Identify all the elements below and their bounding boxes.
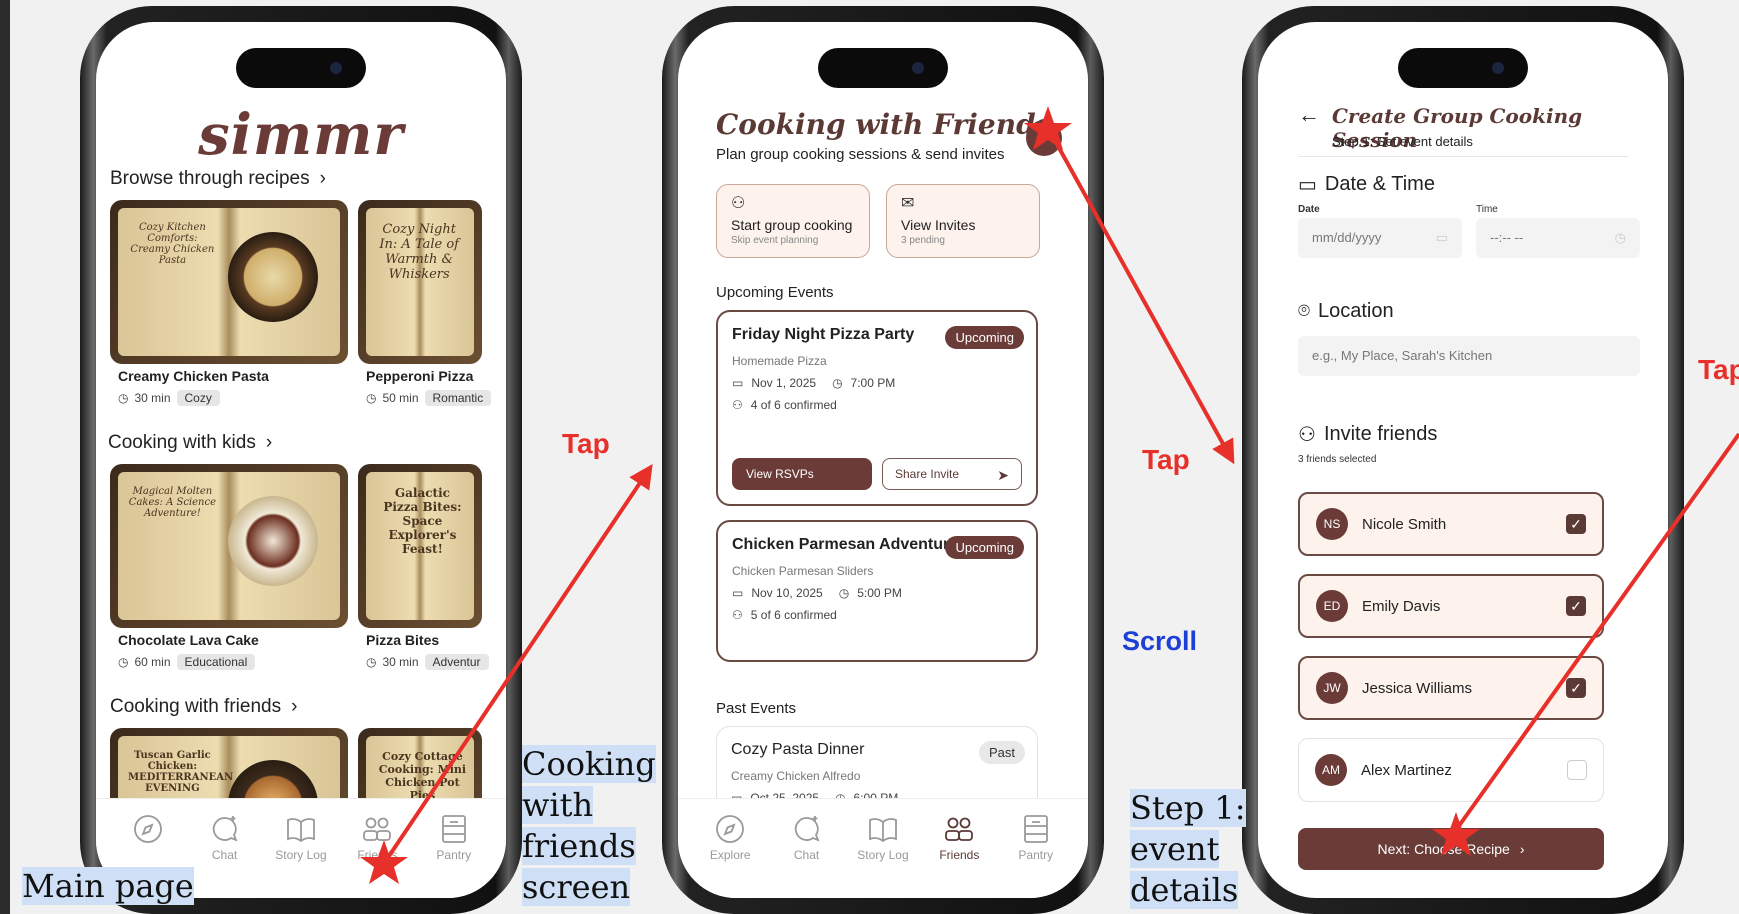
dynamic-island — [236, 48, 366, 88]
annotation-arrows — [360, 106, 1739, 884]
tap-star-icon — [1024, 106, 1072, 150]
arrow-line — [1454, 432, 1739, 832]
tap-star-icon — [360, 840, 408, 884]
dynamic-island — [1398, 48, 1528, 88]
tap-star-icon — [1432, 812, 1480, 856]
slide: simmr Browse through recipes › Cozy Kitch… — [10, 0, 1739, 914]
dynamic-island — [818, 48, 948, 88]
arrow-line — [1046, 127, 1235, 465]
arrow-line — [383, 464, 653, 864]
